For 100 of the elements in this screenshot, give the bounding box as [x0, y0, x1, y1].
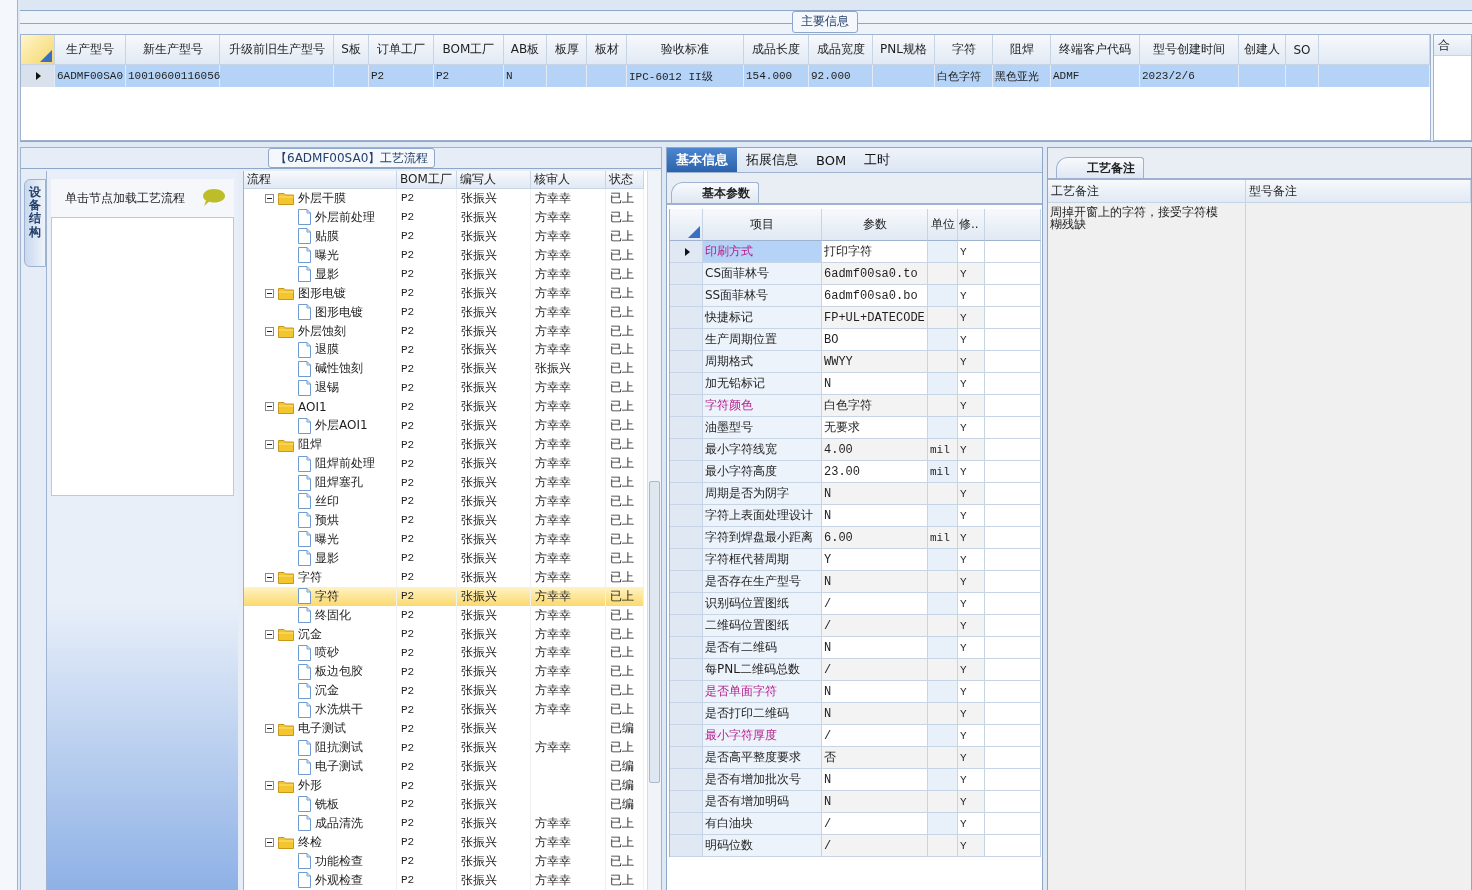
column-header[interactable]: 核审人: [531, 171, 606, 189]
tree-node[interactable]: 外层前处理: [315, 208, 375, 226]
column-header[interactable]: 板材: [587, 35, 627, 65]
tree-node[interactable]: 字符: [298, 568, 322, 586]
column-header[interactable]: 终端客户代码: [1051, 35, 1140, 65]
column-header[interactable]: 新生产型号: [126, 35, 220, 65]
column-header[interactable]: 参数: [822, 209, 928, 241]
column-header[interactable]: 成品宽度: [809, 35, 873, 65]
tree-node[interactable]: 曝光: [315, 530, 339, 548]
column-header[interactable]: 板厚: [547, 35, 587, 65]
tree-node[interactable]: 外层AOI1: [315, 417, 368, 435]
column-header[interactable]: 型号创建时间: [1140, 35, 1239, 65]
table-cell: Y: [958, 703, 985, 725]
tree-node[interactable]: 图形电镀: [298, 284, 346, 302]
table-cell: P2: [401, 495, 415, 508]
note-text: 周掉开窗上的字符，接受字符模糊残缺: [1049, 204, 1219, 233]
table-cell: P2: [401, 514, 415, 527]
tree-node[interactable]: 显影: [315, 265, 339, 283]
side-tab[interactable]: 设备结构: [24, 179, 46, 267]
table-cell: 已上: [610, 360, 634, 378]
collapse-icon[interactable]: [265, 629, 274, 639]
tree-node[interactable]: 外观检查: [315, 871, 363, 889]
tree-node[interactable]: 外层蚀刻: [298, 322, 346, 340]
table-cell: P2: [401, 703, 415, 716]
tree-node[interactable]: 预烘: [315, 511, 339, 529]
tree-node[interactable]: 退锡: [315, 379, 339, 397]
column-header[interactable]: S板: [334, 35, 369, 65]
tree-node[interactable]: 曝光: [315, 246, 339, 264]
column-header[interactable]: 流程: [244, 171, 397, 189]
column-header[interactable]: 阻焊: [993, 35, 1051, 65]
tree-node[interactable]: 贴膜: [315, 227, 339, 245]
tree-node[interactable]: 阻焊前处理: [315, 455, 375, 473]
column-header[interactable]: BOM工厂: [397, 171, 457, 189]
tree-node[interactable]: 沉金: [315, 682, 339, 700]
tree-node[interactable]: 阻焊: [298, 436, 322, 454]
table-cell: P2: [401, 400, 415, 413]
column-header[interactable]: AB板: [504, 35, 547, 65]
tree-node[interactable]: 显影: [315, 549, 339, 567]
tab[interactable]: 拓展信息: [737, 148, 807, 172]
column-header[interactable]: 项目: [703, 209, 822, 241]
tab[interactable]: 基本信息: [667, 148, 737, 172]
collapse-icon[interactable]: [265, 193, 274, 203]
collapse-icon[interactable]: [265, 440, 274, 450]
sub-tab[interactable]: 基本参数: [671, 182, 759, 203]
table-cell: P2: [401, 325, 415, 338]
collapse-icon[interactable]: [265, 781, 274, 791]
folder-icon: [278, 778, 294, 793]
table-cell: 是否存在生产型号: [703, 571, 822, 593]
tree-node[interactable]: 碱性蚀刻: [315, 360, 363, 378]
tree-node[interactable]: 阻焊塞孔: [315, 474, 363, 492]
tab[interactable]: BOM: [807, 148, 856, 172]
tree-node[interactable]: 沉金: [298, 625, 322, 643]
tab[interactable]: 工时: [855, 148, 900, 172]
column-header[interactable]: 生产型号: [55, 35, 126, 65]
tree-node[interactable]: 丝印: [315, 492, 339, 510]
tree-node[interactable]: 水洗烘干: [315, 701, 363, 719]
column-header[interactable]: 成品长度: [744, 35, 809, 65]
column-header[interactable]: 验收标准: [627, 35, 744, 65]
column-header[interactable]: 字符: [935, 35, 993, 65]
column-header[interactable]: BOM工厂: [434, 35, 504, 65]
collapse-icon[interactable]: [265, 288, 274, 298]
tree-node[interactable]: 阻抗测试: [315, 739, 363, 757]
column-header[interactable]: 修..: [958, 209, 985, 241]
column-header[interactable]: 单位: [928, 209, 958, 241]
scrollbar-thumb[interactable]: [649, 481, 660, 783]
tree-node[interactable]: 外形: [298, 777, 322, 795]
tree-node[interactable]: AOI1: [298, 399, 327, 414]
tree-node[interactable]: 成品清洗: [315, 814, 363, 832]
tree-node[interactable]: 终检: [298, 833, 322, 851]
collapse-icon[interactable]: [265, 402, 274, 412]
table-cell: 已上: [610, 455, 634, 473]
sub-tab[interactable]: 工艺备注: [1056, 157, 1144, 178]
column-header[interactable]: 订单工厂: [369, 35, 434, 65]
column-header[interactable]: 状态: [606, 171, 644, 189]
tree-node[interactable]: 电子测试: [315, 758, 363, 776]
column-header[interactable]: SO: [1286, 35, 1319, 65]
collapse-icon[interactable]: [265, 572, 274, 582]
tree-node[interactable]: 退膜: [315, 341, 339, 359]
tree-node[interactable]: 铣板: [315, 795, 339, 813]
column-header[interactable]: 编写人: [457, 171, 531, 189]
tree-node[interactable]: 功能检查: [315, 852, 363, 870]
row-indicator[interactable]: [21, 65, 55, 87]
tree-node[interactable]: 外层干膜: [298, 189, 346, 207]
collapse-icon[interactable]: [265, 326, 274, 336]
collapse-icon[interactable]: [265, 724, 274, 734]
tree-node[interactable]: 板边包胶: [315, 663, 363, 681]
row-indicator[interactable]: [670, 241, 703, 263]
column-header[interactable]: 升级前旧生产型号: [220, 35, 334, 65]
tree-node[interactable]: 终固化: [315, 606, 351, 624]
tree-node[interactable]: 字符: [315, 587, 339, 605]
table-cell: P2: [401, 779, 415, 792]
tree-node[interactable]: 喷砂: [315, 644, 339, 662]
tree-node[interactable]: 图形电镀: [315, 303, 363, 321]
column-header[interactable]: 创建人: [1239, 35, 1286, 65]
column-header[interactable]: PNL规格: [873, 35, 935, 65]
collapse-icon[interactable]: [265, 837, 274, 847]
table-cell: P2: [401, 362, 415, 375]
tree-node[interactable]: 电子测试: [298, 720, 346, 738]
document-icon: [298, 758, 311, 775]
table-cell: 已上: [610, 852, 634, 870]
